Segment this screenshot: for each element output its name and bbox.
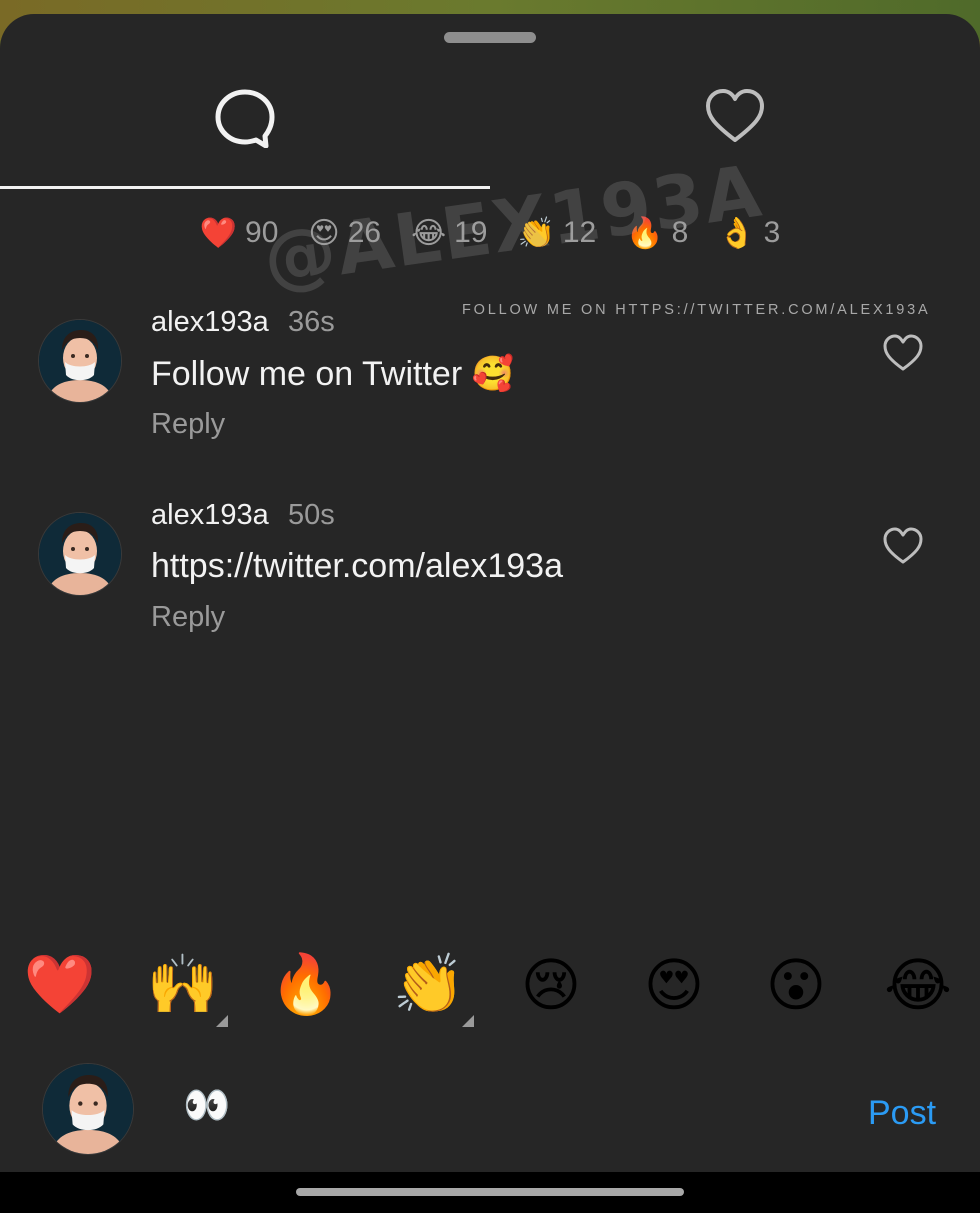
- skin-tone-indicator-icon: [216, 1015, 228, 1027]
- avatar[interactable]: [38, 512, 122, 596]
- heart-emoji-icon: ❤️: [199, 216, 238, 250]
- reply-button[interactable]: Reply: [151, 408, 225, 441]
- quick-emoji-bar: ❤️ 🙌 🔥 👏 😢 😍 😮 😂: [0, 945, 980, 1027]
- quick-emoji-laughing[interactable]: 😂: [878, 945, 958, 1025]
- quick-emoji-surprised[interactable]: 😮: [756, 945, 836, 1025]
- comment-item: alex193a 50s https://twitter.com/alex193…: [0, 495, 980, 655]
- like-heart-icon[interactable]: [882, 334, 924, 372]
- quick-emoji-fire[interactable]: 🔥: [266, 945, 346, 1025]
- comment-bubble-icon: [215, 89, 275, 148]
- comment-input[interactable]: 👀: [183, 1084, 230, 1128]
- quick-emoji-heart-eyes[interactable]: 😍: [634, 945, 714, 1025]
- post-button[interactable]: Post: [868, 1094, 936, 1133]
- avatar-illustration: [43, 1064, 133, 1154]
- skin-tone-indicator-icon: [462, 1015, 474, 1027]
- avatar-illustration: [39, 320, 121, 402]
- quick-emoji-raised-hands[interactable]: 🙌: [143, 945, 223, 1025]
- quick-emoji-crying[interactable]: 😢: [511, 945, 591, 1025]
- comment-username[interactable]: alex193a: [151, 306, 269, 339]
- comment-text[interactable]: https://twitter.com/alex193a: [151, 547, 563, 586]
- avatar-illustration: [39, 513, 121, 595]
- comment-composer: 👀 Post: [0, 1060, 980, 1160]
- heart-outline-icon: [706, 89, 764, 142]
- comment-username[interactable]: alex193a: [151, 499, 269, 532]
- sheet-drag-handle[interactable]: [444, 32, 536, 43]
- quick-emoji-clap[interactable]: 👏: [389, 945, 469, 1025]
- quick-emoji-heart[interactable]: ❤️: [20, 945, 100, 1025]
- reaction-count: 3: [763, 216, 781, 249]
- active-tab-indicator: [0, 186, 490, 189]
- home-indicator[interactable]: [296, 1188, 684, 1196]
- reply-button[interactable]: Reply: [151, 601, 225, 634]
- avatar[interactable]: [38, 319, 122, 403]
- comment-timestamp: 50s: [288, 499, 335, 531]
- comment-item: alex193a 36s Follow me on Twitter 🥰 Repl…: [0, 302, 980, 462]
- comment-text: Follow me on Twitter 🥰: [151, 355, 514, 393]
- like-heart-icon[interactable]: [882, 527, 924, 565]
- composer-avatar: [42, 1063, 134, 1155]
- comment-timestamp: 36s: [288, 306, 335, 338]
- tab-comments[interactable]: [0, 88, 490, 188]
